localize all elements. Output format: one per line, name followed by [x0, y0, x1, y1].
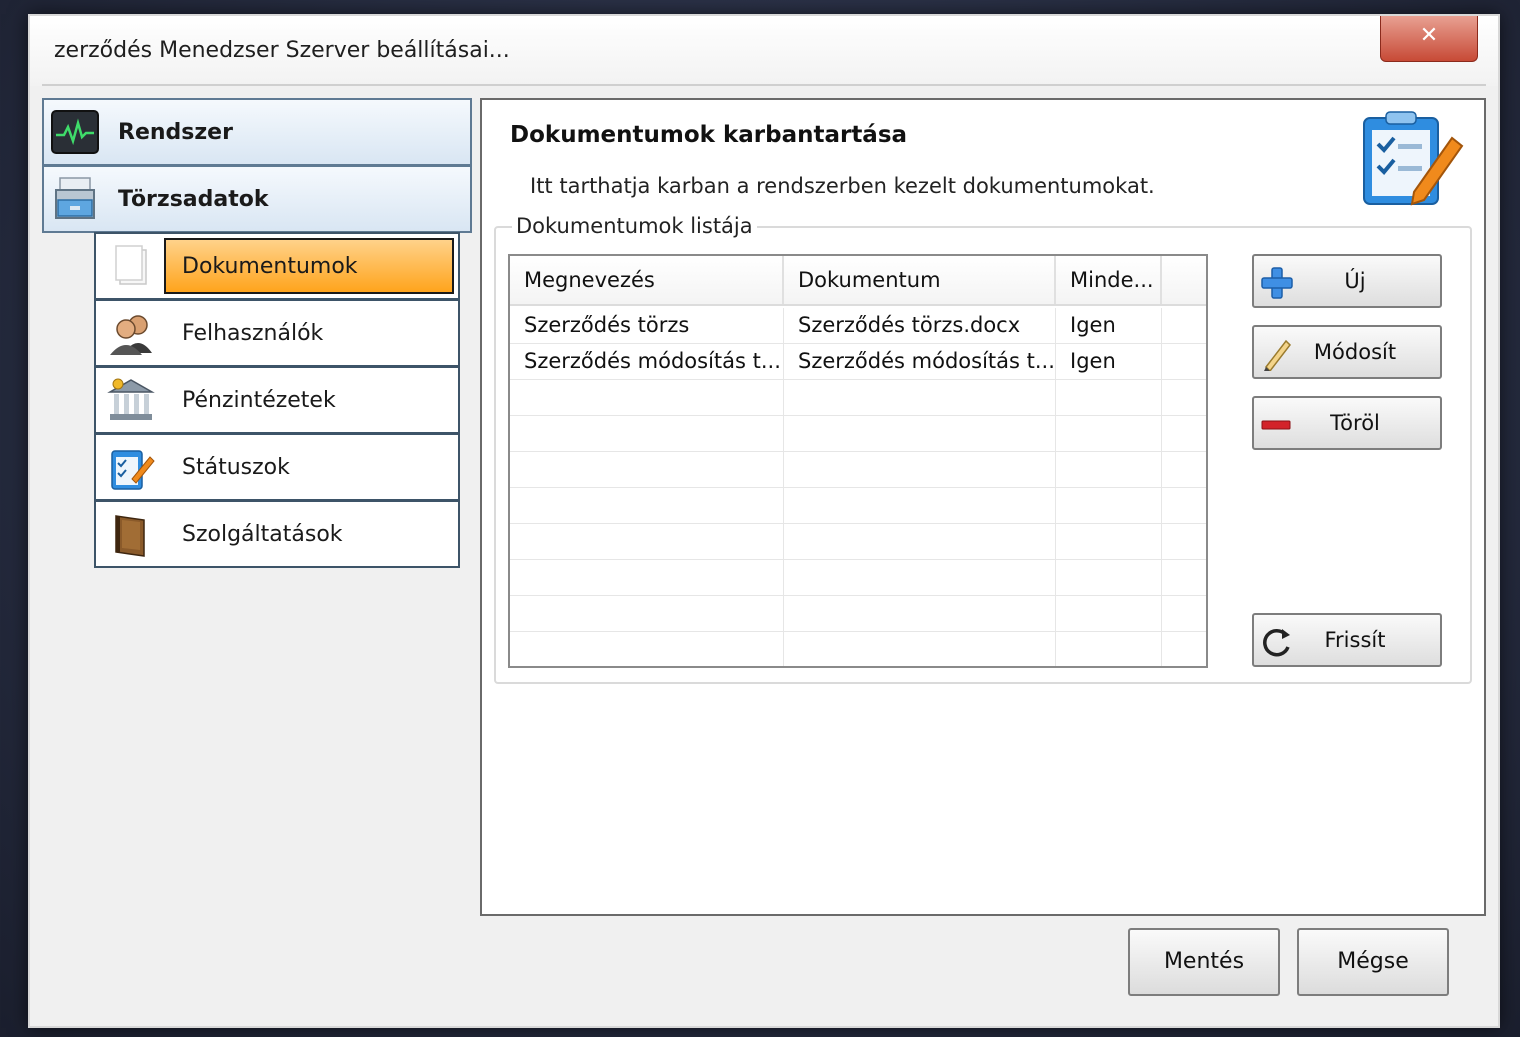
empty-row [510, 452, 1206, 488]
nav-item-dokumentumok[interactable]: Dokumentumok [94, 232, 460, 300]
nav-item-label: Felhasználók [182, 320, 324, 346]
save-button[interactable]: Mentés [1128, 928, 1280, 996]
cell-megnevezes: Szerződés törzs [510, 308, 784, 343]
dialog-body: Rendszer Törzsadatok Dokumentumok Felhas… [42, 84, 1486, 1014]
nav-item-label: Szolgáltatások [182, 521, 343, 547]
nav-group-rendszer[interactable]: Rendszer [42, 98, 472, 166]
panel-title: Dokumentumok karbantartása [510, 122, 908, 148]
documents-groupbox: Dokumentumok listája Megnevezés Dokument… [494, 214, 1472, 684]
empty-row [510, 416, 1206, 452]
settings-dialog: zerződés Menedzser Szerver beállításai..… [28, 14, 1500, 1028]
new-button-label: Új [1344, 269, 1366, 293]
cell-minden: Igen [1056, 344, 1162, 379]
empty-row [510, 560, 1206, 596]
nav-item-label: Státuszok [182, 454, 290, 480]
close-icon: ✕ [1419, 23, 1439, 48]
database-drawer-icon [55, 177, 95, 219]
close-button[interactable]: ✕ [1380, 16, 1478, 62]
refresh-button-label: Frissít [1324, 628, 1386, 652]
nav-item-szolgaltatasok[interactable]: Szolgáltatások [94, 500, 460, 568]
table-row[interactable]: Szerződés törzs Szerződés törzs.docx Ige… [510, 308, 1206, 344]
new-button[interactable]: Új [1252, 254, 1442, 308]
edit-button[interactable]: Módosít [1252, 325, 1442, 379]
title-bar: zerződés Menedzser Szerver beállításai..… [30, 16, 1498, 86]
book-icon [115, 515, 145, 557]
column-header-minden[interactable]: Minde... [1056, 256, 1162, 304]
panel-description: Itt tarthatja karban a rendszerben kezel… [530, 174, 1155, 198]
system-monitor-icon [51, 110, 99, 154]
groupbox-title: Dokumentumok listája [512, 214, 757, 238]
empty-row [510, 632, 1206, 666]
empty-row [510, 380, 1206, 416]
bank-icon [107, 378, 155, 420]
delete-button[interactable]: Töröl [1252, 396, 1442, 450]
delete-button-label: Töröl [1330, 411, 1380, 435]
nav-group-torzsadatok[interactable]: Törzsadatok [42, 165, 472, 233]
cell-minden: Igen [1056, 308, 1162, 343]
edit-button-label: Módosít [1313, 340, 1397, 364]
users-icon [110, 315, 152, 355]
nav-item-penzintezetek[interactable]: Pénzintézetek [94, 366, 460, 434]
empty-row [510, 488, 1206, 524]
window-title: zerződés Menedzser Szerver beállításai..… [54, 38, 510, 63]
refresh-button[interactable]: Frissít [1252, 613, 1442, 667]
nav-item-statuszok[interactable]: Státuszok [94, 433, 460, 501]
column-header-dokumentum[interactable]: Dokumentum [784, 256, 1056, 304]
cell-megnevezes: Szerződés módosítás t... [510, 344, 784, 379]
nav-group-label: Rendszer [118, 119, 233, 145]
column-header-megnevezes[interactable]: Megnevezés [510, 256, 784, 304]
nav-item-label: Dokumentumok [182, 253, 358, 279]
nav-item-label: Pénzintézetek [182, 387, 336, 413]
content-panel: Dokumentumok karbantartása Itt tarthatja… [480, 98, 1486, 916]
documents-icon [115, 245, 147, 285]
clipboard-checklist-icon [1363, 111, 1464, 206]
cell-dokumentum: Szerződés módosítás t... [784, 344, 1056, 379]
cell-dokumentum: Szerződés törzs.docx [784, 308, 1056, 343]
documents-grid[interactable]: Megnevezés Dokumentum Minde... Szerződés… [508, 254, 1208, 668]
empty-row [510, 596, 1206, 632]
checklist-icon [111, 450, 155, 490]
table-row[interactable]: Szerződés módosítás t... Szerződés módos… [510, 344, 1206, 380]
cancel-button[interactable]: Mégse [1297, 928, 1449, 996]
nav-group-label: Törzsadatok [118, 186, 269, 212]
nav-item-felhasznalok[interactable]: Felhasználók [94, 299, 460, 367]
grid-header: Megnevezés Dokumentum Minde... [510, 256, 1206, 306]
empty-row [510, 524, 1206, 560]
